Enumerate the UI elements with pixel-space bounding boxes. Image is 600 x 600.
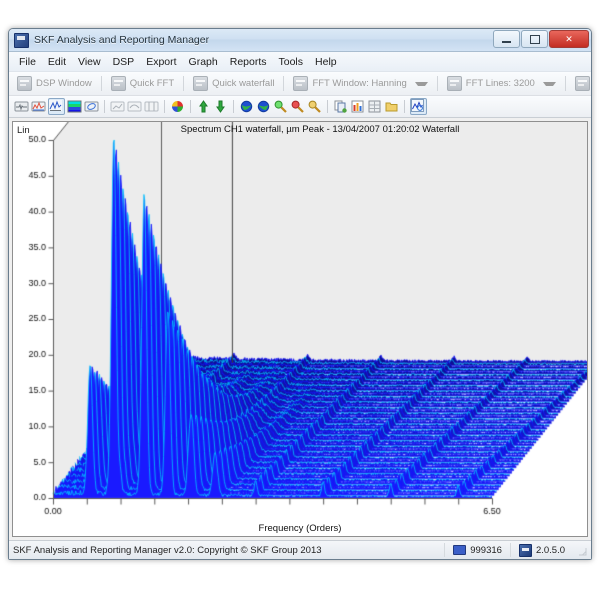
quick-waterfall-button[interactable]: Quick waterfall — [188, 74, 279, 93]
toolbar-separator — [327, 100, 328, 113]
dsp-window-label: DSP Window — [36, 78, 92, 89]
close-button[interactable]: ✕ — [549, 30, 589, 48]
window-title: SKF Analysis and Reporting Manager — [34, 34, 210, 46]
waterfall-plot-canvas[interactable] — [13, 122, 587, 536]
bode-plot-icon[interactable] — [127, 99, 142, 114]
title-bar: SKF Analysis and Reporting Manager ✕ — [9, 29, 591, 52]
view-toolbar — [9, 96, 591, 118]
table-icon[interactable] — [367, 99, 382, 114]
dsp-window-button[interactable]: DSP Window — [12, 74, 97, 93]
wf-spectra-icon — [574, 76, 590, 91]
fft-window-icon — [293, 76, 309, 91]
arrow-up-icon[interactable] — [196, 99, 211, 114]
notes-icon[interactable] — [384, 99, 399, 114]
toolbar-separator — [183, 76, 185, 91]
resize-grip-icon[interactable] — [575, 544, 587, 556]
palette-icon[interactable] — [170, 99, 185, 114]
spectrum-view-icon[interactable] — [31, 99, 46, 114]
chevron-down-icon — [414, 81, 428, 86]
record-icon — [453, 545, 467, 555]
toolbar-separator — [564, 76, 566, 91]
fft-window-dropdown[interactable]: FFT Window: Hanning — [288, 74, 432, 93]
copy-icon[interactable] — [333, 99, 348, 114]
toolbar-separator — [104, 100, 105, 113]
quick-fft-icon — [110, 76, 126, 91]
settings-plot-icon[interactable] — [410, 98, 427, 115]
fft-lines-icon — [446, 76, 462, 91]
primary-toolbar: DSP Window Quick FFT Quick waterfall FFT… — [9, 72, 591, 96]
maximize-icon — [529, 34, 540, 44]
toolbar-separator — [436, 76, 438, 91]
chevron-down-icon — [542, 81, 556, 86]
skf-logo-icon — [518, 543, 532, 557]
chart-title: Spectrum CH1 waterfall, µm Peak - 13/04/… — [180, 124, 460, 135]
toolbar-separator — [283, 76, 285, 91]
menu-bar: File Edit View DSP Export Graph Reports … — [9, 52, 591, 72]
phase-plot-icon[interactable] — [144, 99, 159, 114]
report-icon[interactable] — [350, 99, 365, 114]
minimize-icon — [502, 40, 511, 43]
menu-item-dsp[interactable]: DSP — [107, 54, 141, 70]
toolbar-separator — [164, 100, 165, 113]
zoom-out-icon[interactable] — [290, 99, 305, 114]
menu-item-view[interactable]: View — [72, 54, 107, 70]
waterfall-chart-panel[interactable]: Lin Spectrum CH1 waterfall, µm Peak - 13… — [12, 121, 588, 537]
menu-item-graph[interactable]: Graph — [183, 54, 224, 70]
globe-left-icon[interactable] — [239, 99, 254, 114]
x-axis-title: Frequency (Orders) — [258, 523, 342, 534]
waveform-view-icon[interactable] — [14, 99, 29, 114]
quick-waterfall-icon — [193, 76, 209, 91]
fft-lines-dropdown[interactable]: FFT Lines: 3200 — [442, 74, 561, 93]
record-id-value: 999316 — [470, 544, 502, 556]
window-controls: ✕ — [493, 30, 589, 48]
toolbar-separator — [233, 100, 234, 113]
menu-item-edit[interactable]: Edit — [42, 54, 72, 70]
application-window: SKF Analysis and Reporting Manager ✕ Fil… — [8, 28, 592, 560]
menu-item-help[interactable]: Help — [309, 54, 343, 70]
menu-item-reports[interactable]: Reports — [224, 54, 273, 70]
globe-right-icon[interactable] — [256, 99, 271, 114]
dsp-window-icon — [17, 76, 32, 91]
status-record: 999316 — [444, 543, 510, 557]
quick-waterfall-label: Quick waterfall — [212, 78, 275, 89]
maximize-button[interactable] — [521, 30, 548, 48]
quick-fft-label: Quick FFT — [129, 78, 175, 89]
toolbar-separator — [100, 76, 102, 91]
menu-item-export[interactable]: Export — [140, 54, 182, 70]
menu-item-file[interactable]: File — [13, 54, 42, 70]
minimize-button[interactable] — [493, 30, 520, 48]
toolbar-separator — [404, 100, 405, 113]
colormap-view-icon[interactable] — [67, 99, 82, 114]
wf-spectra-button[interactable]: WF Spectra: 50 — [570, 74, 591, 93]
arrow-down-icon[interactable] — [213, 99, 228, 114]
waterfall-view-icon[interactable] — [48, 98, 65, 115]
status-version: 2.0.5.0 — [509, 543, 573, 557]
fft-window-label: FFT Window: Hanning — [312, 78, 407, 89]
orbit-view-icon[interactable] — [84, 99, 99, 114]
version-value: 2.0.5.0 — [535, 544, 565, 556]
zoom-reset-icon[interactable] — [307, 99, 322, 114]
status-bar: SKF Analysis and Reporting Manager v2.0:… — [9, 540, 591, 559]
menu-item-tools[interactable]: Tools — [273, 54, 310, 70]
skf-app-icon — [14, 32, 29, 48]
status-message: SKF Analysis and Reporting Manager v2.0:… — [13, 544, 322, 556]
zoom-in-icon[interactable] — [273, 99, 288, 114]
quick-fft-button[interactable]: Quick FFT — [106, 74, 179, 93]
toolbar-separator — [190, 100, 191, 113]
trend-plot-icon[interactable] — [110, 99, 125, 114]
fft-lines-label: FFT Lines: 3200 — [465, 78, 535, 89]
